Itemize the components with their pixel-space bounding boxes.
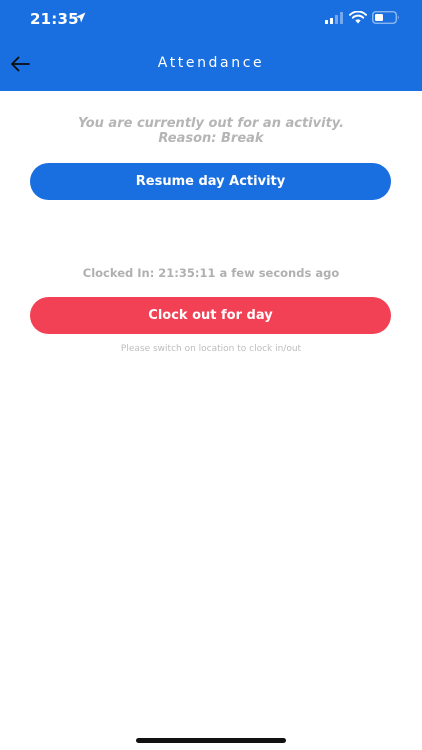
activity-status-message: You are currently out for an activity.: [77, 116, 345, 131]
page-title: Attendance: [157, 55, 265, 71]
battery-icon: [372, 11, 399, 24]
location-arrow-icon: [75, 12, 86, 23]
home-indicator[interactable]: [136, 738, 286, 743]
wifi-icon: [349, 11, 367, 24]
app-header: 21:35 Attendance: [0, 0, 422, 91]
location-hint: Please switch on location to clock in/ou…: [120, 344, 302, 354]
activity-reason: Reason: Break: [158, 131, 264, 146]
status-time: 21:35: [30, 10, 79, 28]
status-bar: 21:35: [0, 0, 422, 40]
cellular-signal-icon: [325, 12, 343, 24]
resume-activity-button[interactable]: Resume day Activity: [30, 163, 391, 200]
clock-out-button[interactable]: Clock out for day: [30, 297, 391, 334]
clocked-in-status: Clocked In: 21:35:11 a few seconds ago: [82, 266, 340, 280]
